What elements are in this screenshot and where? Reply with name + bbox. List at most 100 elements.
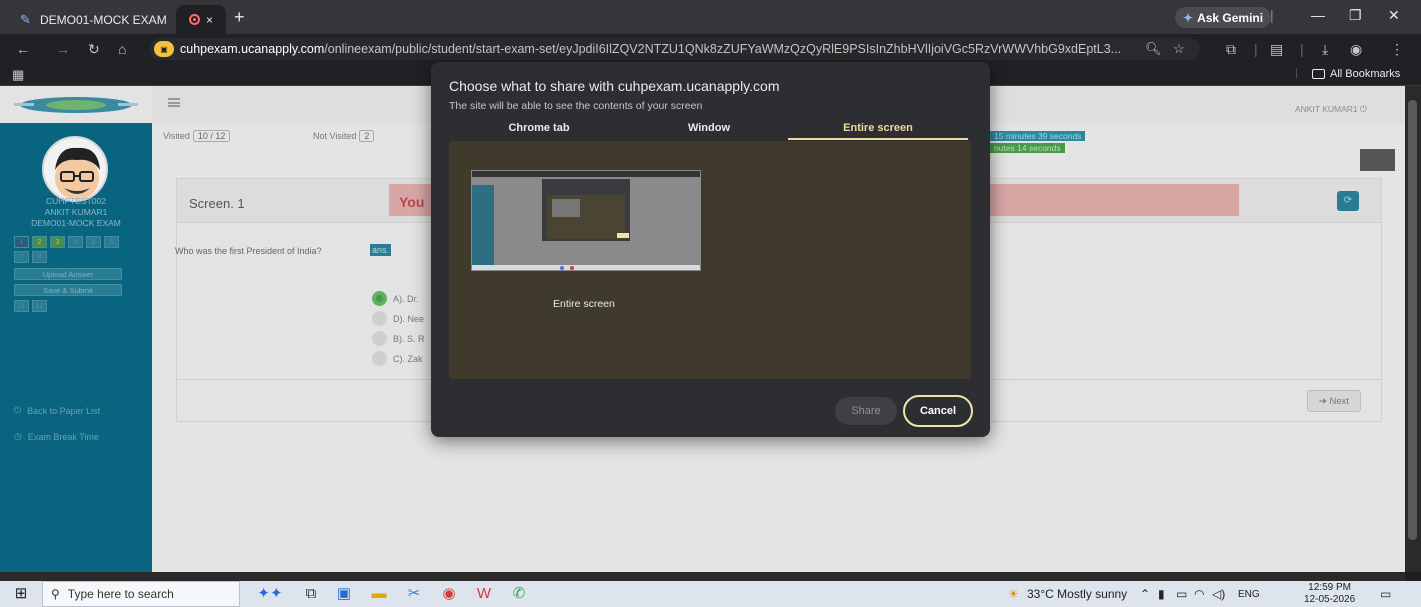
question-button[interactable]: 7 [14, 251, 29, 263]
option-d[interactable]: D). Nee [372, 311, 424, 326]
language-indicator[interactable]: ENG [1238, 589, 1260, 600]
cancel-button[interactable]: Cancel [903, 395, 973, 427]
question-button[interactable]: 1 [14, 236, 29, 248]
save-submit-button[interactable]: Save & Submit [14, 284, 122, 296]
forward-icon[interactable]: → [56, 41, 70, 57]
browser-tab[interactable]: ✎ DEMO01-MOCK EXAM [6, 5, 171, 34]
home-icon[interactable]: ⌂ [118, 41, 126, 57]
bookmark-star-icon[interactable]: ☆ [1173, 41, 1185, 57]
back-to-paper-link[interactable]: ⏻ Back to Paper List [14, 405, 100, 416]
weather-text[interactable]: 33°C Mostly sunny [1027, 587, 1127, 601]
new-tab-button[interactable]: + [234, 7, 245, 28]
search-placeholder: Type here to search [67, 587, 174, 601]
browser-tab-bar: ✎ DEMO01-MOCK EXAM × + ✦ Ask Gemini | — … [0, 0, 1421, 34]
tab-favicon-icon: ✎ [20, 11, 31, 27]
option-a[interactable]: A). Dr. [372, 291, 419, 306]
wifi-icon[interactable]: ◠ [1194, 587, 1204, 601]
option-b[interactable]: B). S. R [372, 331, 425, 346]
task-view-icon[interactable]: ⧉ [302, 585, 320, 603]
timer-remaining: nutes 14 seconds [990, 143, 1065, 153]
notifications-icon[interactable]: ▭ [1380, 587, 1391, 601]
snipping-tool-icon[interactable]: ✂ [405, 585, 423, 603]
windows-start-icon[interactable]: ⊞ [12, 585, 30, 603]
divider: | [1295, 67, 1298, 79]
sparkle-icon[interactable]: ✦✦ [250, 585, 290, 603]
question-button[interactable]: 12 [32, 300, 47, 312]
minimize-icon[interactable]: — [1311, 7, 1325, 23]
clock-icon: ◷ [14, 431, 22, 441]
tab-entire-screen[interactable]: Entire screen [788, 122, 968, 140]
question-button[interactable]: 6 [104, 236, 119, 248]
maximize-icon[interactable]: ❐ [1349, 7, 1362, 24]
refresh-icon[interactable]: ⟳ [1337, 191, 1359, 211]
clock-date: 12-05-2026 [1304, 594, 1356, 605]
battery-icon[interactable]: ▭ [1176, 587, 1187, 601]
radio-selected[interactable] [372, 291, 387, 306]
radio[interactable] [372, 331, 387, 346]
visited-stat: Visited 10 / 12 [163, 130, 231, 142]
tab-window[interactable]: Window [619, 122, 799, 140]
divider: | [1300, 41, 1304, 57]
not-visited-value: 2 [359, 130, 375, 142]
site-info-icon[interactable]: ▣ [154, 41, 174, 57]
recording-tab[interactable]: × [176, 5, 226, 34]
extensions-icon[interactable]: ⧉ [1226, 41, 1236, 58]
warning-text: You [399, 194, 425, 210]
all-bookmarks-button[interactable]: All Bookmarks [1312, 68, 1400, 80]
taskbar-search[interactable]: ⚲ Type here to search [42, 581, 240, 607]
arrow-right-icon: ➔ [1318, 396, 1327, 407]
question-button[interactable]: 5 [86, 236, 101, 248]
chrome-icon[interactable]: ◉ [440, 585, 458, 603]
menu-kebab-icon[interactable]: ⋮ [1390, 41, 1404, 58]
question-palette: 1 2 3 4 5 6 7 8 [14, 236, 134, 263]
visited-value: 10 / 12 [192, 130, 231, 142]
reading-list-icon[interactable]: ▤ [1270, 41, 1283, 58]
reload-icon[interactable]: ↻ [88, 41, 100, 58]
store-icon[interactable]: ▣ [335, 585, 353, 603]
horizontal-scrollbar[interactable] [0, 572, 1405, 581]
power-icon: ⏻ [1360, 104, 1367, 114]
hamburger-menu-icon[interactable] [168, 98, 180, 107]
screen-share-dialog: Choose what to share with cuhpexam.ucana… [431, 62, 990, 437]
next-button[interactable]: ➔ Next [1307, 390, 1361, 412]
whatsapp-icon[interactable]: ✆ [510, 585, 528, 603]
download-icon[interactable]: ⤓ [1322, 41, 1328, 58]
option-c[interactable]: C). Zak [372, 351, 423, 366]
clock-time: 12:59 PM [1308, 582, 1351, 593]
wps-icon[interactable]: W [475, 585, 493, 603]
tab-close-icon[interactable]: × [206, 13, 213, 27]
entire-screen-preview[interactable] [471, 170, 701, 271]
question-button[interactable]: 3 [50, 236, 65, 248]
not-visited-label: Not Visited [313, 131, 357, 141]
radio[interactable] [372, 351, 387, 366]
question-button[interactable]: 2 [32, 236, 47, 248]
close-window-icon[interactable]: ✕ [1388, 7, 1400, 24]
radio[interactable] [372, 311, 387, 326]
apps-grid-icon[interactable]: ▦ [12, 67, 24, 83]
question-button[interactable]: 11 [14, 300, 29, 312]
share-button[interactable]: Share [835, 397, 897, 425]
url-field[interactable]: ▣ cuhpexam.ucanapply.com/onlineexam/publ… [150, 38, 1200, 60]
question-button[interactable]: 8 [32, 251, 47, 263]
file-explorer-icon[interactable]: ▬ [370, 585, 388, 603]
back-icon[interactable]: ← [16, 41, 30, 57]
profile-avatar-icon[interactable]: ◉ [1350, 41, 1362, 58]
volume-icon[interactable]: ◁) [1212, 587, 1225, 601]
zoom-icon[interactable]: 🔍︎ [1145, 41, 1162, 57]
scrollbar-thumb[interactable] [1408, 100, 1417, 540]
taskbar-clock[interactable]: 12:59 PM 12-05-2026 [1304, 582, 1355, 606]
weather-icon[interactable]: ☀ [1008, 587, 1019, 601]
tab-chrome-tab[interactable]: Chrome tab [449, 122, 629, 140]
tray-app-icon[interactable]: ▮ [1158, 587, 1165, 601]
tab-title: DEMO01-MOCK EXAM [40, 12, 167, 27]
exam-break-link[interactable]: ◷ Exam Break Time [14, 431, 99, 442]
ask-gemini-button[interactable]: ✦ Ask Gemini [1175, 7, 1272, 28]
back-to-paper-label: Back to Paper List [27, 405, 101, 416]
upload-answer-button[interactable]: Upload Answer [14, 268, 122, 280]
question-button[interactable]: 4 [68, 236, 83, 248]
webcam-thumbnail [1360, 149, 1395, 171]
power-icon: ⏻ [14, 405, 22, 415]
windows-taskbar: ⊞ ⚲ Type here to search ✦✦ ⧉ ▣ ▬ ✂ ◉ W ✆… [0, 581, 1421, 607]
tray-chevron-icon[interactable]: ⌃ [1140, 587, 1150, 601]
header-username[interactable]: ANKIT KUMAR1 ⏻ [1295, 104, 1367, 115]
